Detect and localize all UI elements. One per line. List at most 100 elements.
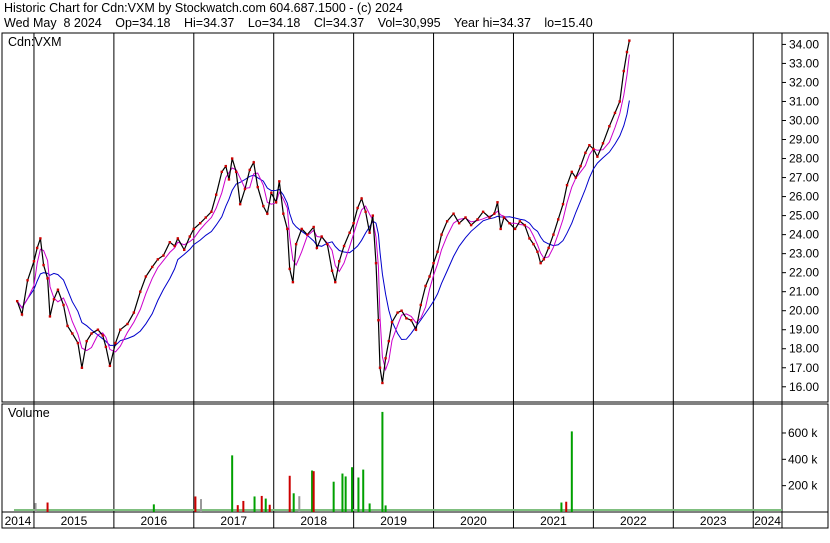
price-point xyxy=(608,125,611,128)
price-point xyxy=(476,218,479,221)
price-point xyxy=(204,216,207,219)
volume-bar xyxy=(570,431,573,512)
price-point xyxy=(173,244,176,248)
price-point xyxy=(274,201,278,204)
price-point xyxy=(618,100,621,103)
volume-bar xyxy=(231,455,234,512)
price-point xyxy=(481,210,485,213)
volume-baseline xyxy=(13,509,782,511)
price-point xyxy=(628,39,631,42)
price-point xyxy=(419,303,422,307)
price-point xyxy=(445,220,449,223)
price-tick-label: 17.00 xyxy=(789,361,819,375)
price-point xyxy=(364,210,367,213)
price-point xyxy=(400,309,403,312)
price-point xyxy=(542,258,546,261)
price-point xyxy=(96,328,100,331)
price-tick-label: 19.00 xyxy=(789,323,819,337)
price-point xyxy=(151,265,154,269)
price-point xyxy=(496,201,499,204)
year-label: 2023 xyxy=(700,514,727,528)
volume-title: Volume xyxy=(8,406,50,420)
price-point xyxy=(90,332,93,335)
price-point xyxy=(132,311,136,314)
price-point xyxy=(214,193,218,196)
price-point xyxy=(80,366,84,369)
price-point xyxy=(488,216,491,219)
price-point xyxy=(291,280,295,284)
price-point xyxy=(227,178,231,181)
year-label: 2015 xyxy=(61,514,88,528)
year-label: 2016 xyxy=(140,514,167,528)
price-tick-label: 20.00 xyxy=(789,304,819,318)
price-point xyxy=(15,299,19,303)
volume-bar xyxy=(264,498,267,512)
price-point xyxy=(162,254,165,257)
price-point xyxy=(312,225,315,229)
volume-bar xyxy=(46,502,49,512)
price-point xyxy=(387,339,391,343)
price-point xyxy=(547,246,550,250)
volume-bar xyxy=(381,411,384,512)
price-tick-label: 34.00 xyxy=(789,37,819,51)
price-point xyxy=(469,223,473,227)
price-point xyxy=(528,237,531,240)
price-point xyxy=(588,144,591,147)
price-point xyxy=(464,216,467,219)
price-point xyxy=(432,261,435,265)
price-point xyxy=(381,381,384,385)
price-point xyxy=(104,345,108,349)
price-point xyxy=(306,233,309,236)
price-point xyxy=(371,214,375,217)
price-point xyxy=(360,197,363,200)
price-point xyxy=(46,277,49,280)
price-point xyxy=(625,50,629,54)
year-label: 2018 xyxy=(300,514,327,528)
price-point xyxy=(126,322,129,326)
price-point xyxy=(270,191,273,194)
price-tick-label: 28.00 xyxy=(789,152,819,166)
price-point xyxy=(119,328,122,331)
price-point xyxy=(622,69,625,73)
price-point xyxy=(252,161,255,164)
volume-bar xyxy=(351,467,354,512)
price-point xyxy=(188,235,192,238)
price-point xyxy=(436,250,439,253)
price-point xyxy=(286,227,289,231)
volume-bar xyxy=(260,495,263,512)
price-point xyxy=(48,315,52,318)
price-point xyxy=(176,237,180,240)
long-moving-average-line xyxy=(16,100,630,346)
volume-bar xyxy=(357,477,360,512)
price-point xyxy=(532,242,535,246)
price-tick-label: 29.00 xyxy=(789,133,819,147)
price-point xyxy=(248,168,251,172)
price-point xyxy=(101,334,104,337)
price-tick-label: 21.00 xyxy=(789,285,819,299)
price-point xyxy=(513,227,517,231)
volume-bar xyxy=(268,504,271,512)
volume-bar xyxy=(312,471,315,512)
price-tick-label: 25.00 xyxy=(789,209,819,223)
price-point xyxy=(330,269,334,272)
volume-tick-label: 400 k xyxy=(788,452,818,466)
price-tick-label: 22.00 xyxy=(789,266,819,280)
price-point xyxy=(342,244,346,248)
price-point xyxy=(278,180,281,183)
price-point xyxy=(552,233,555,236)
price-point xyxy=(356,206,359,210)
price-point xyxy=(108,364,112,368)
price-point xyxy=(561,202,565,206)
volume-bar xyxy=(560,502,563,512)
price-point xyxy=(266,212,269,215)
symbol-label: Cdn:VXM xyxy=(8,35,62,49)
price-point xyxy=(414,328,418,331)
price-point xyxy=(374,261,378,265)
year-label: 2020 xyxy=(460,514,487,528)
price-point xyxy=(85,339,88,343)
volume-bar xyxy=(368,503,371,512)
price-point xyxy=(220,170,223,174)
price-point xyxy=(20,313,24,316)
price-point xyxy=(294,242,298,246)
price-point xyxy=(536,250,539,253)
